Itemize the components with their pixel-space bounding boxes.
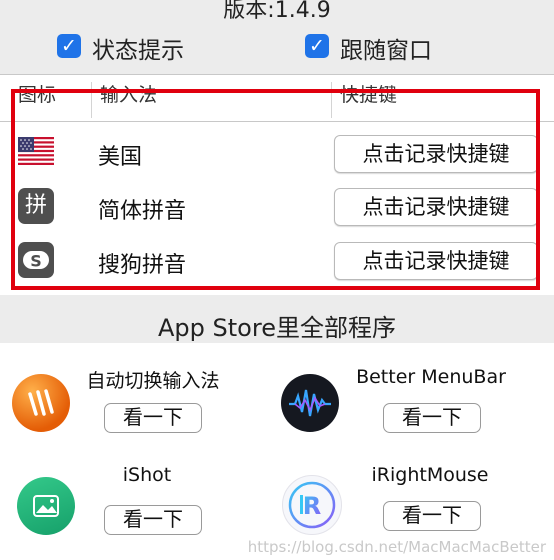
irightmouse-icon[interactable]: R (282, 475, 342, 535)
follow-window-label: 跟随窗口 (340, 38, 432, 64)
status-tip-label: 状态提示 (92, 38, 184, 64)
app-name: 自动切换输入法 (86, 370, 220, 392)
better-menubar-icon[interactable] (281, 374, 339, 432)
view-app-button[interactable]: 看一下 (104, 505, 202, 535)
app-name: iShot (122, 464, 172, 486)
ishot-icon[interactable] (17, 477, 75, 535)
auto-switch-icon[interactable] (12, 374, 70, 432)
app-store-title: App Store里全部程序 (158, 314, 396, 342)
svg-text:R: R (303, 492, 321, 520)
view-app-button[interactable]: 看一下 (104, 403, 202, 433)
follow-window-checkbox[interactable]: ✓ (305, 34, 329, 58)
version-label: 版本:1.4.9 (223, 0, 331, 23)
highlight-box (11, 89, 540, 290)
view-app-button[interactable]: 看一下 (383, 501, 481, 531)
app-name: iRightMouse (371, 464, 489, 486)
view-app-button[interactable]: 看一下 (383, 403, 481, 433)
watermark: https://blog.csdn.net/MacMacMacBetter (247, 538, 546, 556)
app-name: Better MenuBar (356, 366, 506, 388)
status-tip-checkbox[interactable]: ✓ (57, 34, 81, 58)
